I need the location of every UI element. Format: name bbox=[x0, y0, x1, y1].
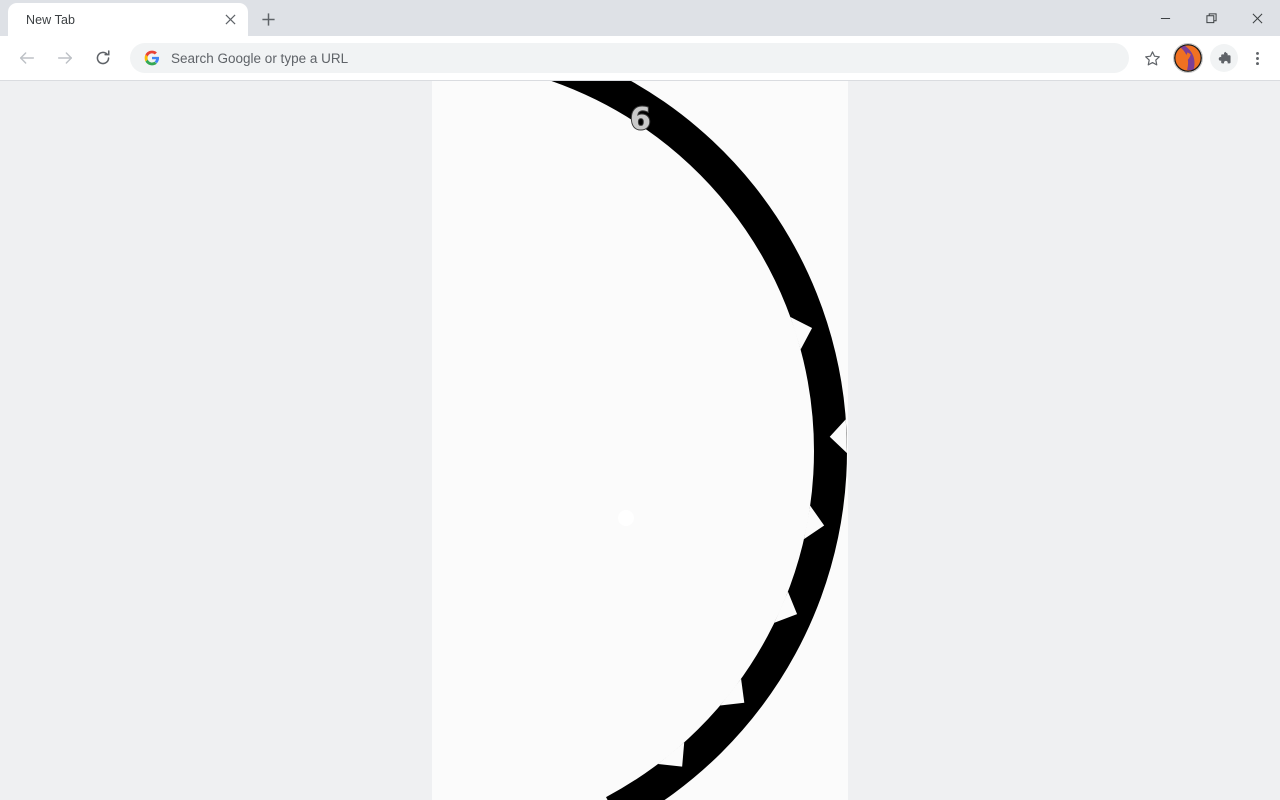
new-tab-button[interactable] bbox=[254, 5, 282, 33]
tab-new-tab[interactable]: New Tab bbox=[8, 3, 248, 36]
forward-button[interactable] bbox=[49, 42, 81, 74]
game-arc-graphic bbox=[551, 81, 847, 800]
window-controls bbox=[1142, 0, 1280, 36]
back-button[interactable] bbox=[11, 42, 43, 74]
minimize-button[interactable] bbox=[1142, 0, 1188, 36]
browser-menu-icon[interactable] bbox=[1244, 44, 1270, 72]
tab-close-icon[interactable] bbox=[220, 10, 240, 30]
tab-title: New Tab bbox=[26, 12, 76, 27]
extensions-puzzle-icon[interactable] bbox=[1210, 44, 1238, 72]
reload-button[interactable] bbox=[87, 42, 119, 74]
browser-window: New Tab Search Google or type a URL 6 bbox=[0, 0, 1280, 800]
profile-avatar[interactable] bbox=[1173, 43, 1203, 73]
score-label: 6 bbox=[629, 102, 652, 137]
browser-toolbar: Search Google or type a URL bbox=[0, 36, 1280, 81]
page-viewport: 6 bbox=[0, 81, 1280, 800]
omnibox[interactable]: Search Google or type a URL bbox=[130, 43, 1129, 73]
google-g-icon bbox=[144, 50, 160, 66]
close-button[interactable] bbox=[1234, 0, 1280, 36]
omnibox-input[interactable]: Search Google or type a URL bbox=[171, 51, 348, 66]
game-canvas-panel[interactable]: 6 bbox=[432, 81, 848, 800]
bookmark-star-icon[interactable] bbox=[1138, 44, 1166, 72]
maximize-button[interactable] bbox=[1188, 0, 1234, 36]
tab-strip: New Tab bbox=[0, 0, 1280, 36]
avatar-icon bbox=[1174, 44, 1202, 72]
